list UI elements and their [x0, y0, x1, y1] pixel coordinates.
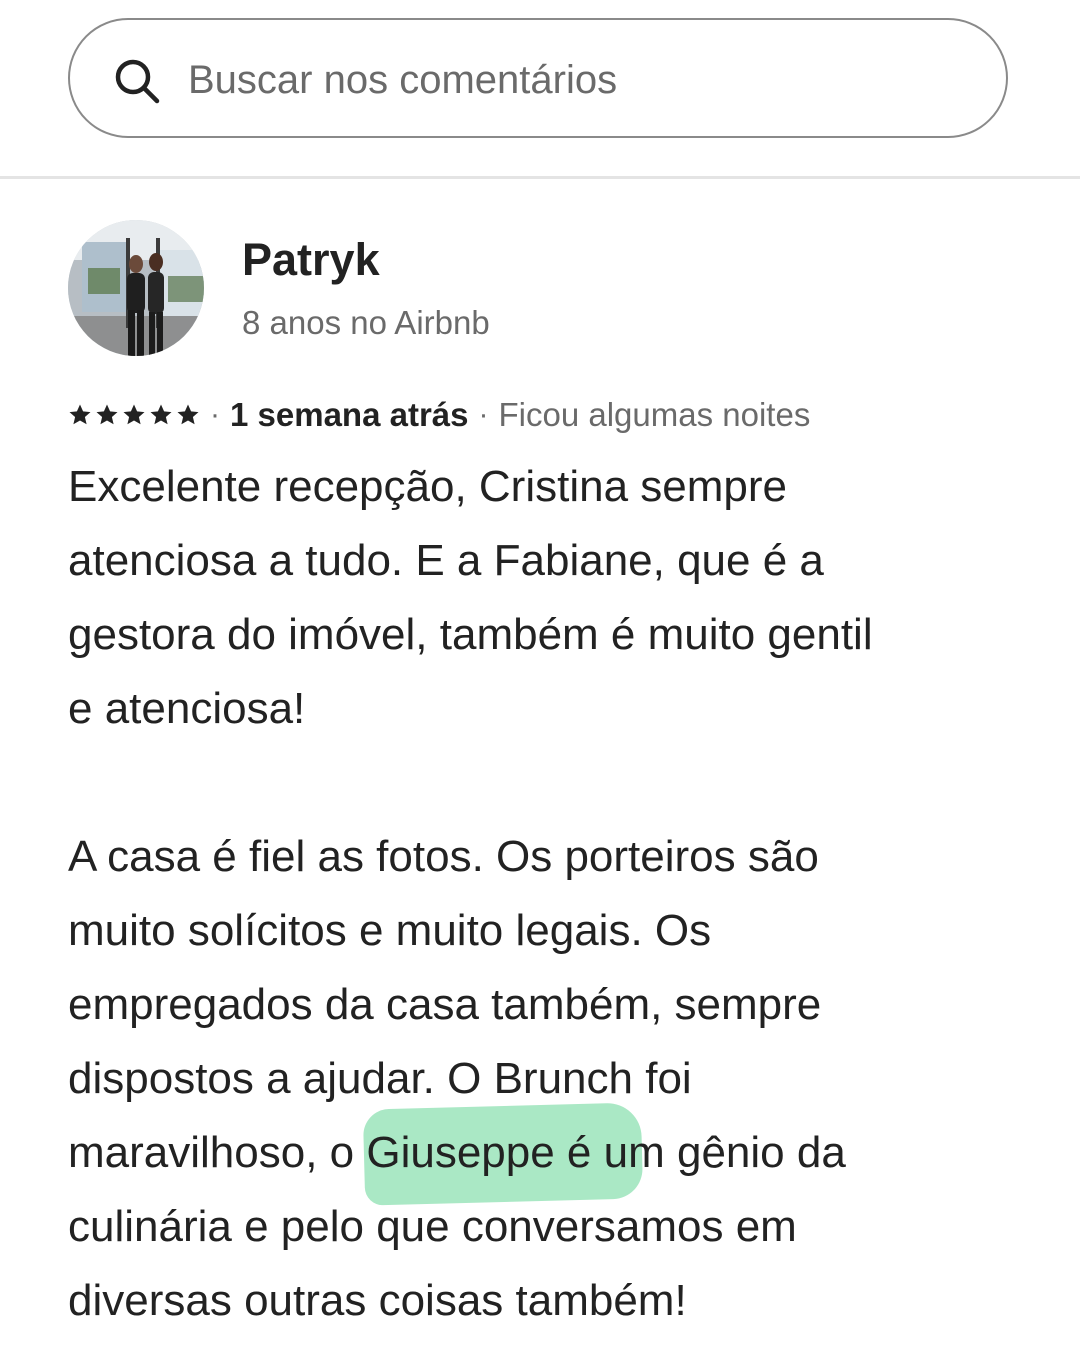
- stay-length: Ficou algumas noites: [498, 396, 811, 433]
- rating-row: · 1 semana atrás · Ficou algumas noites: [68, 394, 810, 436]
- review-line: muito solícitos e muito legais. Os: [68, 906, 712, 955]
- review-date: 1 semana atrás: [230, 396, 469, 433]
- review-line: e atenciosa!: [68, 684, 306, 733]
- star-icon: [96, 404, 118, 425]
- star-icon: [123, 404, 145, 425]
- reviewer-meta: 8 anos no Airbnb: [242, 304, 490, 341]
- star-icon: [150, 404, 172, 425]
- avatar[interactable]: [68, 220, 204, 356]
- review-paragraph: Excelente recepção, Cristina sempre aten…: [68, 450, 1048, 746]
- star-rating: [68, 403, 200, 427]
- review-line: atenciosa a tudo. E a Fabiane, que é a: [68, 536, 824, 585]
- star-icon: [69, 404, 91, 425]
- review-line: dispostos a ajudar. O Brunch foi: [68, 1054, 692, 1103]
- separator: ·: [478, 398, 489, 431]
- review-line: maravilhoso, o Giuseppe é um gênio da: [68, 1128, 846, 1177]
- star-icon: [177, 404, 199, 425]
- review-line: diversas outras coisas também!: [68, 1276, 687, 1325]
- review-body: Excelente recepção, Cristina sempre aten…: [68, 450, 1048, 1338]
- review-line: culinária e pelo que conversamos em: [68, 1202, 797, 1251]
- review-line: A casa é fiel as fotos. Os porteiros são: [68, 832, 819, 881]
- reviewer-name: Patryk: [242, 234, 380, 285]
- avatar-photo: [68, 220, 204, 356]
- review-paragraph: A casa é fiel as fotos. Os porteiros são…: [68, 820, 1048, 1338]
- divider: [0, 176, 1080, 179]
- search-icon: [115, 59, 160, 104]
- review-line: empregados da casa também, sempre: [68, 980, 822, 1029]
- search-bar[interactable]: [68, 18, 1008, 138]
- search-input[interactable]: [188, 40, 968, 120]
- review-line: Excelente recepção, Cristina sempre: [68, 462, 787, 511]
- review-line: gestora do imóvel, também é muito gentil: [68, 610, 873, 659]
- separator: ·: [210, 398, 220, 431]
